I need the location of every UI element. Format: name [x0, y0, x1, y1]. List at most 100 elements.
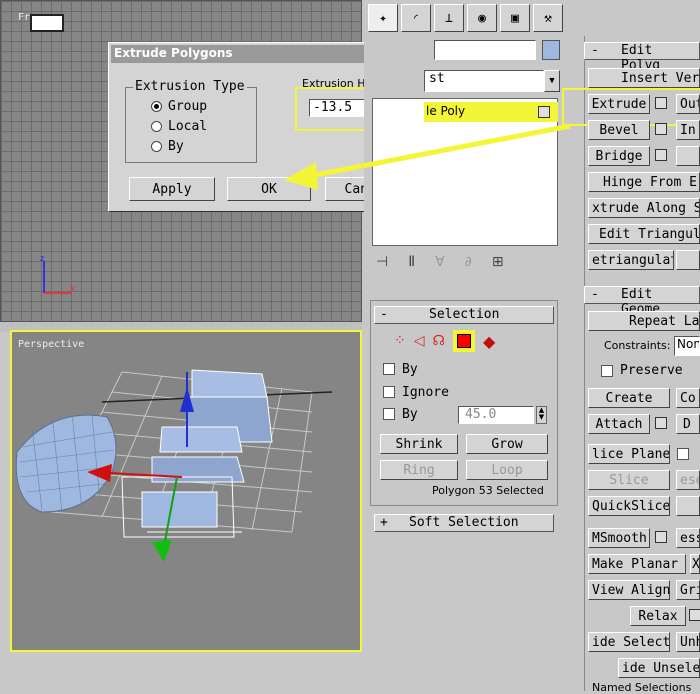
retriangulate-button[interactable]: etriangulat [588, 250, 674, 270]
make-planar-button[interactable]: Make Planar [588, 554, 686, 574]
msmooth-button[interactable]: MSmooth [588, 528, 650, 548]
edit-geometry-header[interactable]: - Edit Geome [584, 286, 700, 317]
extrusion-type-title: Extrusion Type [133, 79, 247, 94]
utilities-tab-icon[interactable]: ⚒ [533, 4, 563, 32]
modify-tab-icon[interactable]: ◜ [401, 4, 431, 32]
slice-plane-button[interactable]: lice Plane [588, 444, 670, 464]
inset-button[interactable]: In [676, 120, 700, 140]
hierarchy-tab-icon[interactable]: ⊥ [434, 4, 464, 32]
axis-tripod-icon: zx [36, 254, 76, 299]
collapse-icon: - [591, 287, 599, 302]
dialog-title: Extrude Polygons [114, 46, 233, 60]
slice-button[interactable]: Slice [588, 470, 670, 490]
angle-input[interactable]: 45.0 [458, 406, 534, 424]
preserve-uvs-label: Preserve [620, 363, 683, 378]
radio-selected-icon [151, 101, 162, 112]
repeat-last-button[interactable]: Repeat La [588, 311, 700, 331]
edge-icon[interactable]: ◁ [414, 333, 425, 349]
object-name-field[interactable] [434, 40, 536, 60]
grow-button[interactable]: Grow [466, 434, 548, 454]
bridge-button[interactable]: Bridge [588, 146, 650, 166]
apply-button[interactable]: Apply [129, 177, 215, 201]
radio-group-option[interactable]: Group [151, 99, 207, 114]
configure-sets-icon[interactable]: ⊞ [492, 254, 504, 270]
front-viewport-label: Fr [18, 12, 31, 23]
create-button[interactable]: Create [588, 388, 670, 408]
detach-button[interactable]: D [676, 414, 700, 434]
soft-selection-rollout-header[interactable]: + Soft Selection [374, 514, 554, 532]
attach-list-button[interactable] [655, 417, 667, 429]
preserve-uvs-checkbox[interactable] [601, 365, 613, 377]
bevel-settings-button[interactable] [655, 123, 667, 135]
make-unique-icon[interactable]: ∀ [435, 254, 445, 270]
radio-by-option[interactable]: By [151, 139, 184, 154]
soft-selection-title: Soft Selection [409, 515, 519, 530]
quickslice-button[interactable]: QuickSlice [588, 496, 670, 516]
by-vertex-label: By [402, 362, 418, 377]
angle-spinner[interactable]: ▲ ▼ [536, 406, 547, 424]
collapse-icon: - [380, 307, 388, 322]
dropdown-arrow-icon[interactable]: ▼ [544, 70, 560, 92]
by-vertex-checkbox[interactable] [383, 363, 395, 375]
hide-unselected-button[interactable]: ide Unsele [618, 658, 700, 678]
turn-button[interactable] [676, 250, 700, 270]
selection-status: Polygon 53 Selected [432, 484, 544, 497]
object-color-swatch[interactable] [542, 40, 560, 60]
vertex-icon[interactable]: ⁘ [394, 333, 406, 349]
radio-local-option[interactable]: Local [151, 119, 207, 134]
annotation-arrow [284, 123, 571, 190]
edit-polygons-header[interactable]: - Edit Polyg [584, 42, 700, 73]
constraints-dropdown[interactable]: Non [674, 336, 700, 356]
unhide-all-button[interactable]: Unh [676, 632, 700, 652]
viewport-nav-icon [30, 14, 64, 32]
polygon-icon[interactable] [452, 330, 475, 352]
loop-button[interactable]: Loop [466, 460, 548, 480]
bevel-button[interactable]: Bevel [588, 120, 650, 140]
svg-text:x: x [70, 284, 75, 293]
ring-button[interactable]: Ring [380, 460, 458, 480]
insert-vertex-button[interactable]: Insert Ver [588, 68, 700, 88]
element-icon[interactable]: ◆ [483, 332, 495, 351]
expand-icon: + [380, 515, 388, 530]
relax-settings-button[interactable] [689, 609, 700, 621]
collapse-button[interactable]: Co [676, 388, 700, 408]
remove-modifier-icon[interactable]: ∂ [465, 254, 472, 270]
border-icon[interactable]: ☊ [433, 333, 445, 349]
shrink-button[interactable]: Shrink [380, 434, 458, 454]
perspective-viewport-label: Perspective [18, 339, 85, 350]
extrude-along-spline-button[interactable]: xtrude Along S [588, 198, 700, 218]
ignore-backfacing-label: Ignore [402, 385, 449, 400]
hinge-from-edge-button[interactable]: Hinge From E [588, 172, 700, 192]
svg-text:z: z [40, 255, 44, 263]
create-tab-icon[interactable]: ✦ [368, 4, 398, 32]
bridge-settings-button[interactable] [655, 149, 667, 161]
pin-stack-icon[interactable]: ⊣ [376, 254, 388, 270]
modifier-list-dropdown[interactable]: st [424, 70, 544, 92]
msmooth-settings-button[interactable] [655, 531, 667, 543]
attach-button[interactable]: Attach [588, 414, 650, 434]
reset-plane-button[interactable]: ese [676, 470, 700, 490]
panel-tabs: ✦ ◜ ⊥ ◉ ▣ ⚒ [368, 4, 563, 32]
selection-rollout-header[interactable]: - Selection [374, 306, 554, 324]
by-angle-checkbox[interactable] [383, 408, 395, 420]
radio-icon [151, 121, 162, 132]
view-align-button[interactable]: View Align [588, 580, 670, 600]
hide-selected-button[interactable]: ide Selecte [588, 632, 670, 652]
tessellate-button[interactable]: ess [676, 528, 700, 548]
display-tab-icon[interactable]: ▣ [500, 4, 530, 32]
subobject-icons: ⁘ ◁ ☊ ◆ [394, 330, 495, 352]
planar-x-button[interactable]: X [690, 554, 700, 574]
edit-triangulation-button[interactable]: Edit Triangul [588, 224, 700, 244]
relax-button[interactable]: Relax [630, 606, 686, 626]
grid-align-button[interactable]: Gri [676, 580, 700, 600]
show-end-result-icon[interactable]: Ⅱ [408, 254, 415, 270]
stack-toolbar: ⊣ Ⅱ ∀ ∂ ⊞ [376, 254, 504, 270]
constraints-label: Constraints: [604, 339, 671, 352]
perspective-scene [15, 369, 333, 562]
collapse-icon: - [591, 43, 599, 58]
bridge-flip-button[interactable] [676, 146, 700, 166]
motion-tab-icon[interactable]: ◉ [467, 4, 497, 32]
cut-button[interactable] [676, 496, 700, 516]
split-checkbox[interactable] [677, 448, 689, 460]
ignore-backfacing-checkbox[interactable] [383, 386, 395, 398]
